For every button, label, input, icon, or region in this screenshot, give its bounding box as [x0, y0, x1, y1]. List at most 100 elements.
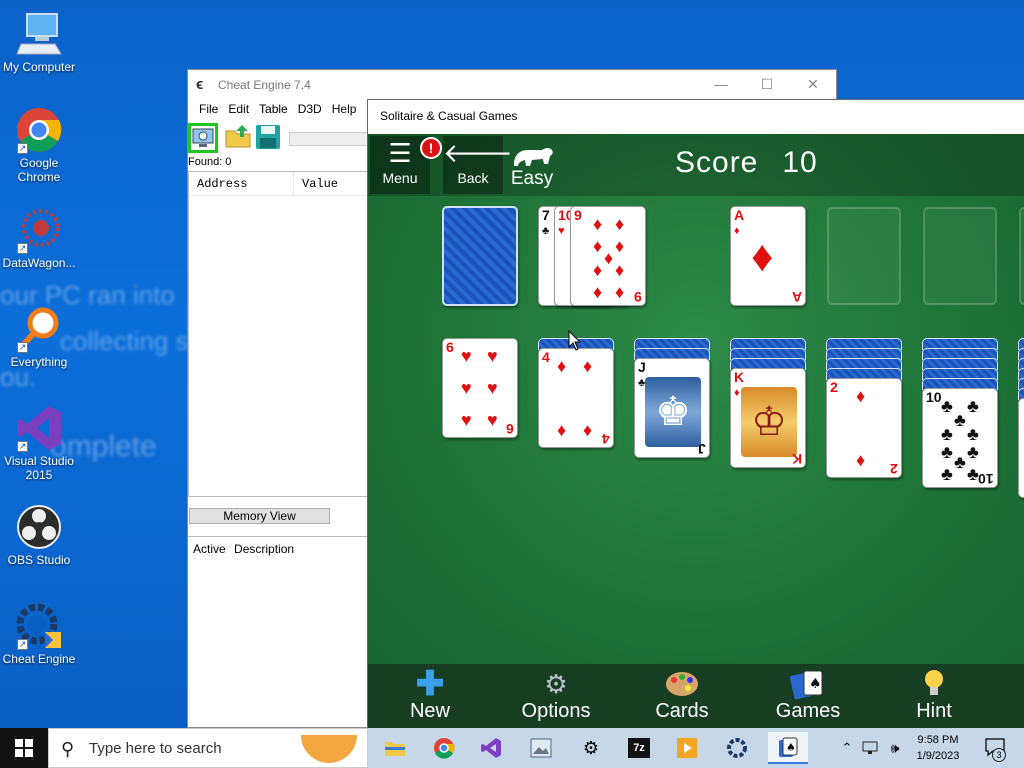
- tableau-1-top-card[interactable]: 6 ♥ ♥ ♥ ♥ ♥ ♥ 6: [442, 338, 518, 438]
- network-icon[interactable]: [860, 728, 882, 768]
- card-rank: J: [698, 441, 706, 457]
- mouse-cursor-icon: [568, 330, 582, 351]
- close-icon[interactable]: ✕: [790, 70, 836, 98]
- select-process-icon: [192, 128, 214, 147]
- open-button[interactable]: [224, 123, 254, 153]
- heart-suit-icon: ♥: [487, 410, 498, 430]
- stock-pile[interactable]: [442, 206, 518, 306]
- settings-icon[interactable]: ⚙: [574, 732, 608, 764]
- menu-table[interactable]: Table: [254, 100, 293, 120]
- menu-file[interactable]: File: [194, 100, 223, 120]
- game-bottom-bar: ✚ New ⚙ Options Cards ♠ Games Hint: [368, 664, 1024, 729]
- back-label: Back: [457, 170, 489, 186]
- tableau-5-top-card[interactable]: 2 ♦ ♦ 2: [826, 378, 902, 478]
- select-process-button[interactable]: [188, 123, 218, 153]
- card-rank: 6: [506, 421, 514, 437]
- save-button[interactable]: [254, 123, 284, 153]
- menu-edit[interactable]: Edit: [223, 100, 254, 120]
- chevron-up-icon[interactable]: ⌃: [838, 728, 856, 768]
- notifications-button[interactable]: 3: [980, 728, 1010, 768]
- start-button[interactable]: [0, 728, 48, 768]
- card-rank: 2: [890, 461, 898, 477]
- cheat-table[interactable]: Active Description: [188, 536, 370, 726]
- options-button[interactable]: ⚙ Options: [506, 668, 606, 723]
- cheat-engine-icon: ϵ: [196, 76, 204, 93]
- tableau-6-top-card[interactable]: 10 ♣ ♣ ♣ ♣ ♣ ♣ ♣ ♣ ♣ ♣ 10: [922, 388, 998, 488]
- difficulty: Easy: [510, 142, 554, 190]
- clock-time: 9:58 PM: [917, 734, 959, 746]
- chrome-icon[interactable]: [427, 732, 461, 764]
- address-list[interactable]: Address Value: [188, 171, 368, 497]
- search-box[interactable]: ⚲ Type here to search: [48, 728, 368, 768]
- cheat-engine-icon[interactable]: [720, 732, 754, 764]
- card-rank: 4: [602, 431, 610, 447]
- club-suit-icon: ♣: [954, 452, 966, 472]
- file-explorer-icon[interactable]: [378, 732, 412, 764]
- king-face-icon: ♔: [741, 387, 797, 457]
- new-game-button[interactable]: ✚ New: [380, 667, 480, 723]
- card-rank: 10: [926, 389, 942, 405]
- lightbulb-icon: [884, 668, 984, 700]
- search-placeholder: Type here to search: [89, 740, 222, 757]
- desktop-icon-obs[interactable]: OBS Studio: [0, 503, 78, 567]
- address-list-header: Address Value: [189, 172, 367, 196]
- tableau-4-top-card[interactable]: K ♦ ♔ K: [730, 368, 806, 468]
- club-suit-icon: ♣: [967, 442, 979, 462]
- photos-icon[interactable]: [524, 732, 558, 764]
- desktop-icon-label: My Computer: [2, 60, 76, 74]
- shortcut-arrow-icon: ↗: [17, 441, 28, 452]
- solitaire-window: Solitaire & Casual Games ☰ Menu ! 🡐 Back…: [367, 99, 1024, 729]
- desktop-icon-chrome[interactable]: ↗ Google Chrome: [0, 106, 78, 184]
- desktop-icon-label: Cheat Engine: [2, 652, 76, 666]
- card-rank: 6: [446, 339, 454, 355]
- foundation-3[interactable]: [923, 207, 997, 305]
- desktop-icon-my-computer[interactable]: My Computer: [0, 10, 78, 74]
- club-suit-icon: ♣: [941, 424, 953, 444]
- windows-logo-icon: [15, 739, 33, 757]
- column-value[interactable]: Value: [294, 172, 346, 195]
- clock-date: 1/9/2023: [916, 750, 960, 762]
- tableau-7-top-card[interactable]: [1018, 398, 1024, 498]
- heart-suit-icon: ♥: [487, 378, 498, 398]
- solitaire-icon[interactable]: ♠: [768, 732, 808, 764]
- foundation-1[interactable]: A ♦ ♦ A: [730, 206, 806, 306]
- foundation-2[interactable]: [827, 207, 901, 305]
- search-highlight-icon: [301, 735, 357, 763]
- visual-studio-icon[interactable]: [474, 732, 508, 764]
- desktop-icon-cheat-engine[interactable]: ↗ Cheat Engine: [0, 602, 78, 666]
- hint-button[interactable]: Hint: [884, 668, 984, 723]
- clock[interactable]: 9:58 PM 1/9/2023: [908, 728, 968, 768]
- maximize-icon[interactable]: ☐: [744, 70, 790, 98]
- column-address[interactable]: Address: [189, 172, 294, 195]
- waste-top-card[interactable]: 9 ♦ ♦ ♦ ♦ ♦ ♦ ♦ ♦ ♦ 9: [570, 206, 646, 306]
- desktop-icon-everything[interactable]: ↗ Everything: [0, 305, 78, 369]
- tableau-3-top-card[interactable]: J ♣ ♚ J: [634, 358, 710, 458]
- menu-d3d[interactable]: D3D: [293, 100, 327, 120]
- games-button[interactable]: ♠ Games: [758, 668, 858, 723]
- cards-button[interactable]: Cards: [632, 668, 732, 723]
- column-description[interactable]: Description: [229, 537, 294, 556]
- desktop-icon-visual-studio[interactable]: ↗ Visual Studio 2015: [0, 404, 78, 482]
- volume-icon[interactable]: 🕪: [884, 728, 906, 768]
- tableau-2-top-card[interactable]: 4 ♦ ♦ ♦ ♦ 4: [538, 348, 614, 448]
- diamond-suit-icon: ♦: [615, 260, 625, 280]
- hint-label: Hint: [916, 700, 952, 722]
- foundation-4[interactable]: [1019, 207, 1024, 305]
- menu-help[interactable]: Help: [327, 100, 362, 120]
- diamond-suit-icon: ♦: [557, 356, 567, 376]
- window-title[interactable]: Solitaire & Casual Games: [368, 100, 1024, 134]
- back-button[interactable]: 🡐 Back: [443, 136, 513, 194]
- datawagon-icon: ↗: [15, 206, 63, 254]
- menu-button[interactable]: ☰ Menu !: [370, 136, 442, 194]
- minimize-icon[interactable]: —: [698, 70, 744, 98]
- column-active[interactable]: Active: [188, 537, 226, 556]
- desktop-icon-datawagon[interactable]: ↗ DataWagon...: [0, 206, 78, 270]
- shortcut-arrow-icon: ↗: [17, 243, 28, 254]
- back-arrow-icon: 🡐: [443, 138, 513, 168]
- club-suit-icon: ♣: [542, 225, 550, 237]
- media-player-icon[interactable]: [670, 732, 704, 764]
- shortcut-arrow-icon: ↗: [17, 639, 28, 650]
- memory-view-button[interactable]: Memory View: [189, 508, 330, 524]
- 7zip-icon[interactable]: 7z: [622, 732, 656, 764]
- save-icon: [256, 125, 280, 149]
